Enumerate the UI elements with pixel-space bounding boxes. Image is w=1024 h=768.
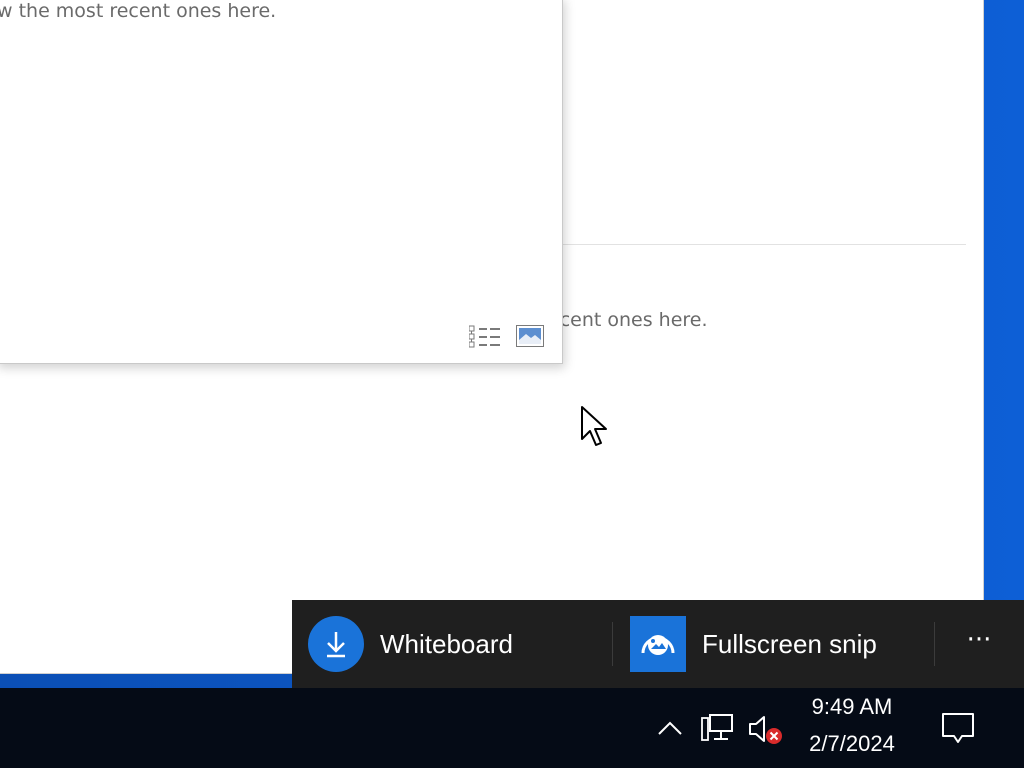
- mouse-cursor-icon: [581, 406, 607, 446]
- chevron-up-icon[interactable]: [656, 714, 684, 742]
- whiteboard-button[interactable]: Whiteboard: [308, 616, 608, 672]
- fullscreen-snip-label: Fullscreen snip: [702, 628, 877, 659]
- empty-state-text: ecent ones here.: [548, 309, 708, 331]
- popup-window[interactable]: w the most recent ones here.: [0, 0, 563, 364]
- fullscreen-snip-icon: [630, 616, 686, 672]
- empty-state-text: w the most recent ones here.: [0, 0, 277, 22]
- preview-view-icon[interactable]: [516, 325, 544, 347]
- download-arrow-icon: [308, 616, 364, 672]
- divider: [934, 622, 935, 666]
- notifications-icon[interactable]: [940, 710, 976, 746]
- network-icon[interactable]: [700, 712, 736, 744]
- separator-line: [563, 244, 966, 245]
- more-options-button[interactable]: ···: [954, 622, 1004, 666]
- volume-muted-icon[interactable]: [748, 712, 784, 748]
- clock-time[interactable]: 9:49 AM: [800, 694, 904, 720]
- fullscreen-snip-button[interactable]: Fullscreen snip: [630, 616, 930, 672]
- divider: [612, 622, 613, 666]
- whiteboard-label: Whiteboard: [380, 628, 513, 659]
- snip-notification-bar: Whiteboard Fullscreen snip ···: [292, 600, 1024, 688]
- clock-date[interactable]: 2/7/2024: [800, 731, 904, 757]
- details-view-icon[interactable]: [469, 325, 501, 349]
